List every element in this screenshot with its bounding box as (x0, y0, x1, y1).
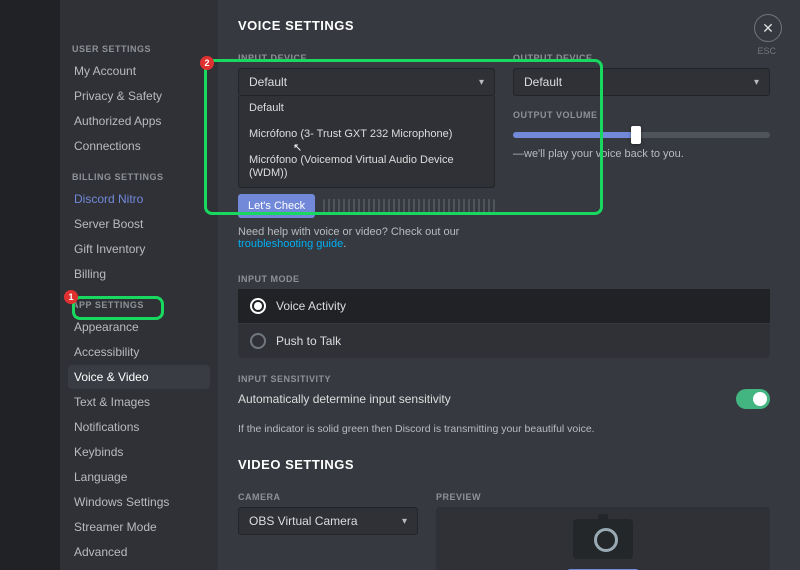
video-settings-title: VIDEO SETTINGS (238, 457, 770, 472)
camera-select[interactable]: OBS Virtual Camera ▾ (238, 507, 418, 535)
voice-settings-title: VOICE SETTINGS (238, 18, 770, 33)
input-device-value: Default (249, 75, 287, 89)
preview-label: PREVIEW (436, 492, 770, 502)
annotation-badge-2: 2 (200, 56, 214, 70)
settings-sidebar: USER SETTINGS My Account Privacy & Safet… (60, 0, 218, 570)
input-device-select[interactable]: Default ▾ (238, 68, 495, 96)
auto-sensitivity-toggle[interactable] (736, 389, 770, 409)
sidebar-item-language[interactable]: Language (68, 465, 210, 489)
camera-label: CAMERA (238, 492, 418, 502)
sidebar-item-my-account[interactable]: My Account (68, 59, 210, 83)
sidebar-item-billing[interactable]: Billing (68, 262, 210, 286)
mic-test-hint: —we'll play your voice back to you. (513, 148, 770, 160)
input-option-voicemod[interactable]: Micrófono (Voicemod Virtual Audio Device… (239, 148, 494, 188)
sidebar-item-text-images[interactable]: Text & Images (68, 390, 210, 414)
input-mode-group: Voice Activity Push to Talk (238, 289, 770, 358)
output-device-value: Default (524, 75, 562, 89)
chevron-down-icon: ▾ (754, 77, 759, 88)
annotation-badge-1: 1 (64, 290, 78, 304)
output-volume-slider[interactable] (513, 132, 770, 138)
close-button[interactable]: ✕ (754, 14, 782, 42)
slider-thumb[interactable] (631, 126, 641, 144)
input-option-trust[interactable]: Micrófono (3- Trust GXT 232 Microphone) (239, 122, 494, 148)
sidebar-item-appearance[interactable]: Appearance (68, 315, 210, 339)
camera-value: OBS Virtual Camera (249, 514, 358, 528)
sidebar-item-discord-nitro[interactable]: Discord Nitro (68, 187, 210, 211)
help-text: Need help with voice or video? Check out… (238, 226, 495, 250)
radio-off-icon (250, 333, 266, 349)
sidebar-item-notifications[interactable]: Notifications (68, 415, 210, 439)
radio-on-icon (250, 298, 266, 314)
sidebar-item-accessibility[interactable]: Accessibility (68, 340, 210, 364)
input-device-label: INPUT DEVICE (238, 53, 495, 63)
sidebar-item-gift-inventory[interactable]: Gift Inventory (68, 237, 210, 261)
output-device-label: OUTPUT DEVICE (513, 53, 770, 63)
input-sensitivity-label: INPUT SENSITIVITY (238, 374, 770, 384)
sidebar-item-voice-video[interactable]: Voice & Video (68, 365, 210, 389)
section-billing: BILLING SETTINGS (72, 172, 206, 182)
server-rail (0, 0, 60, 570)
output-volume-label: OUTPUT VOLUME (513, 110, 770, 120)
troubleshooting-link[interactable]: troubleshooting guide (238, 238, 343, 250)
sidebar-item-advanced[interactable]: Advanced (68, 540, 210, 564)
sidebar-item-keybinds[interactable]: Keybinds (68, 440, 210, 464)
lets-check-button[interactable]: Let's Check (238, 194, 315, 218)
section-app: APP SETTINGS (72, 300, 206, 310)
auto-sensitivity-text: Automatically determine input sensitivit… (238, 392, 451, 406)
sidebar-item-privacy[interactable]: Privacy & Safety (68, 84, 210, 108)
sidebar-item-connections[interactable]: Connections (68, 134, 210, 158)
settings-content: ✕ ESC VOICE SETTINGS INPUT DEVICE Defaul… (218, 0, 800, 570)
mode-voice-activity[interactable]: Voice Activity (238, 289, 770, 324)
sidebar-item-authorized-apps[interactable]: Authorized Apps (68, 109, 210, 133)
output-device-select[interactable]: Default ▾ (513, 68, 770, 96)
sidebar-item-server-boost[interactable]: Server Boost (68, 212, 210, 236)
mic-level-meter (323, 199, 495, 213)
sidebar-item-streamer-mode[interactable]: Streamer Mode (68, 515, 210, 539)
close-icon: ✕ (762, 20, 774, 37)
input-mode-label: INPUT MODE (238, 274, 770, 284)
mode-push-to-talk[interactable]: Push to Talk (238, 324, 770, 358)
input-option-default[interactable]: Default (239, 96, 494, 122)
sidebar-item-windows-settings[interactable]: Windows Settings (68, 490, 210, 514)
section-user: USER SETTINGS (72, 44, 206, 54)
camera-icon (573, 519, 633, 559)
video-preview: Test Video (436, 507, 770, 570)
sensitivity-info: If the indicator is solid green then Dis… (238, 423, 770, 435)
chevron-down-icon: ▾ (479, 77, 484, 88)
esc-label: ESC (757, 46, 776, 56)
chevron-down-icon: ▾ (402, 516, 407, 527)
slider-fill (513, 132, 636, 138)
input-device-dropdown: Default Micrófono (3- Trust GXT 232 Micr… (238, 96, 495, 188)
